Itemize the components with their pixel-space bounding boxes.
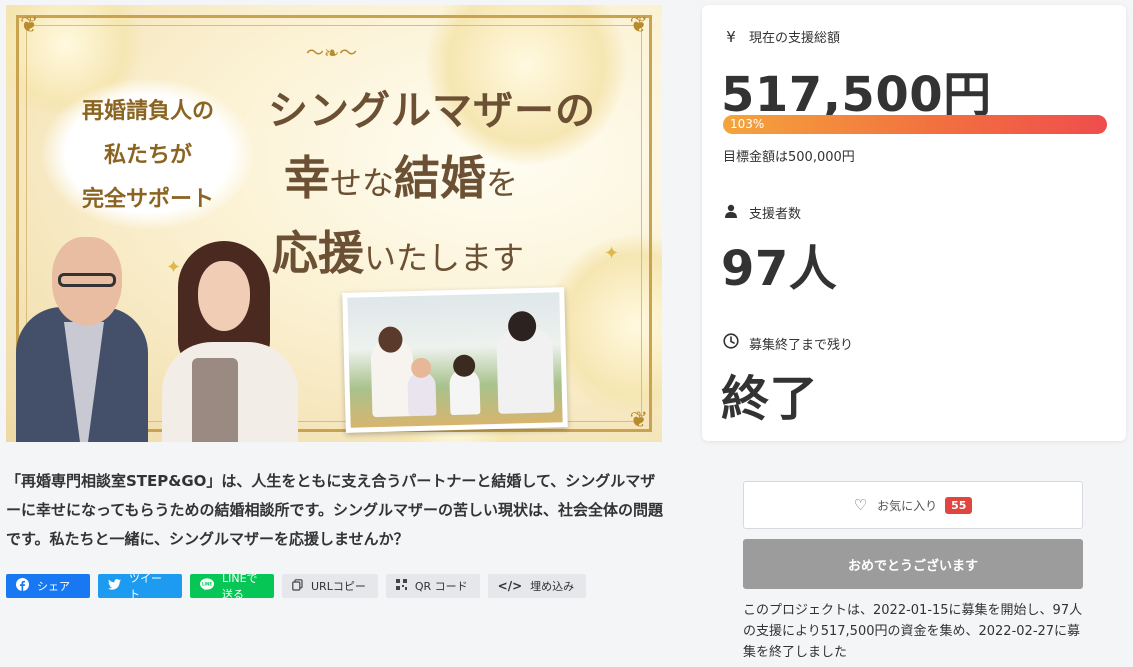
backers-label: 支援者数	[723, 203, 801, 222]
backers-count: 97人	[721, 241, 838, 297]
sparkle-icon: ✦	[604, 243, 620, 264]
qr-code-icon	[395, 579, 407, 593]
url-copy-button[interactable]: URLコピー	[282, 574, 378, 598]
twitter-share-button[interactable]: ツイート	[98, 572, 182, 601]
clock-icon	[723, 333, 739, 353]
total-amount-label: ¥ 現在の支援総額	[723, 27, 840, 47]
flourish-icon: 〜❧〜	[306, 43, 358, 64]
facebook-share-button[interactable]: シェア	[6, 574, 90, 598]
twitter-icon	[108, 579, 121, 593]
remaining-time-value: 終了	[721, 371, 819, 427]
goal-amount: 目標金額は500,000円	[723, 150, 855, 165]
project-description: 「再婚専門相談室STEP&GO」は、人生をともに支え合うパートナーと結婚して、シ…	[6, 472, 664, 548]
favorite-button[interactable]: ♡ お気に入り 55	[743, 481, 1083, 529]
line-share-button[interactable]: LINE LINEで送る	[190, 572, 274, 601]
heart-icon: ♡	[853, 496, 868, 514]
corner-ornament-icon: ❦	[20, 13, 39, 38]
funding-stats-panel: ¥ 現在の支援総額 517,500円 103% 目標金額は500,000円 支援…	[702, 5, 1126, 441]
hero-title: シングルマザーの 幸せな結婚を 応援いたします	[268, 88, 596, 280]
progress-percent: 103%	[730, 117, 765, 131]
corner-ornament-icon: ❦	[629, 13, 648, 38]
funding-progress-bar: 103%	[723, 115, 1107, 134]
remaining-time-label: 募集終了まで残り	[723, 333, 853, 353]
hero-subtitle: 再婚請負人の 私たちが 完全サポート	[81, 99, 214, 212]
share-buttons: シェア ツイート LINE LINEで送る URLコピー QR コード </> …	[6, 572, 587, 601]
woman-face	[198, 261, 250, 331]
facebook-icon	[16, 578, 29, 594]
person-icon	[723, 204, 739, 222]
qr-code-button[interactable]: QR コード	[385, 574, 480, 598]
project-ended-button[interactable]: おめでとうございます	[743, 539, 1083, 589]
embed-button[interactable]: </> 埋め込み	[487, 574, 587, 598]
code-icon: </>	[497, 579, 523, 593]
copy-icon	[292, 578, 303, 594]
svg-text:LINE: LINE	[202, 582, 212, 587]
yen-icon: ¥	[726, 27, 736, 46]
project-hero-image: ❦ ❦ ❦ ❦ 〜❧〜 再婚請負人の 私たちが 完全サポート シングルマザーの …	[6, 5, 662, 442]
line-icon: LINE	[200, 578, 214, 594]
project-summary-text: このプロジェクトは、2022-01-15に募集を開始し、97人の支援により517…	[743, 603, 1083, 660]
corner-ornament-icon: ❦	[629, 408, 648, 433]
family-photo	[342, 287, 568, 433]
glasses	[58, 273, 116, 287]
favorite-count-badge: 55	[945, 496, 973, 514]
